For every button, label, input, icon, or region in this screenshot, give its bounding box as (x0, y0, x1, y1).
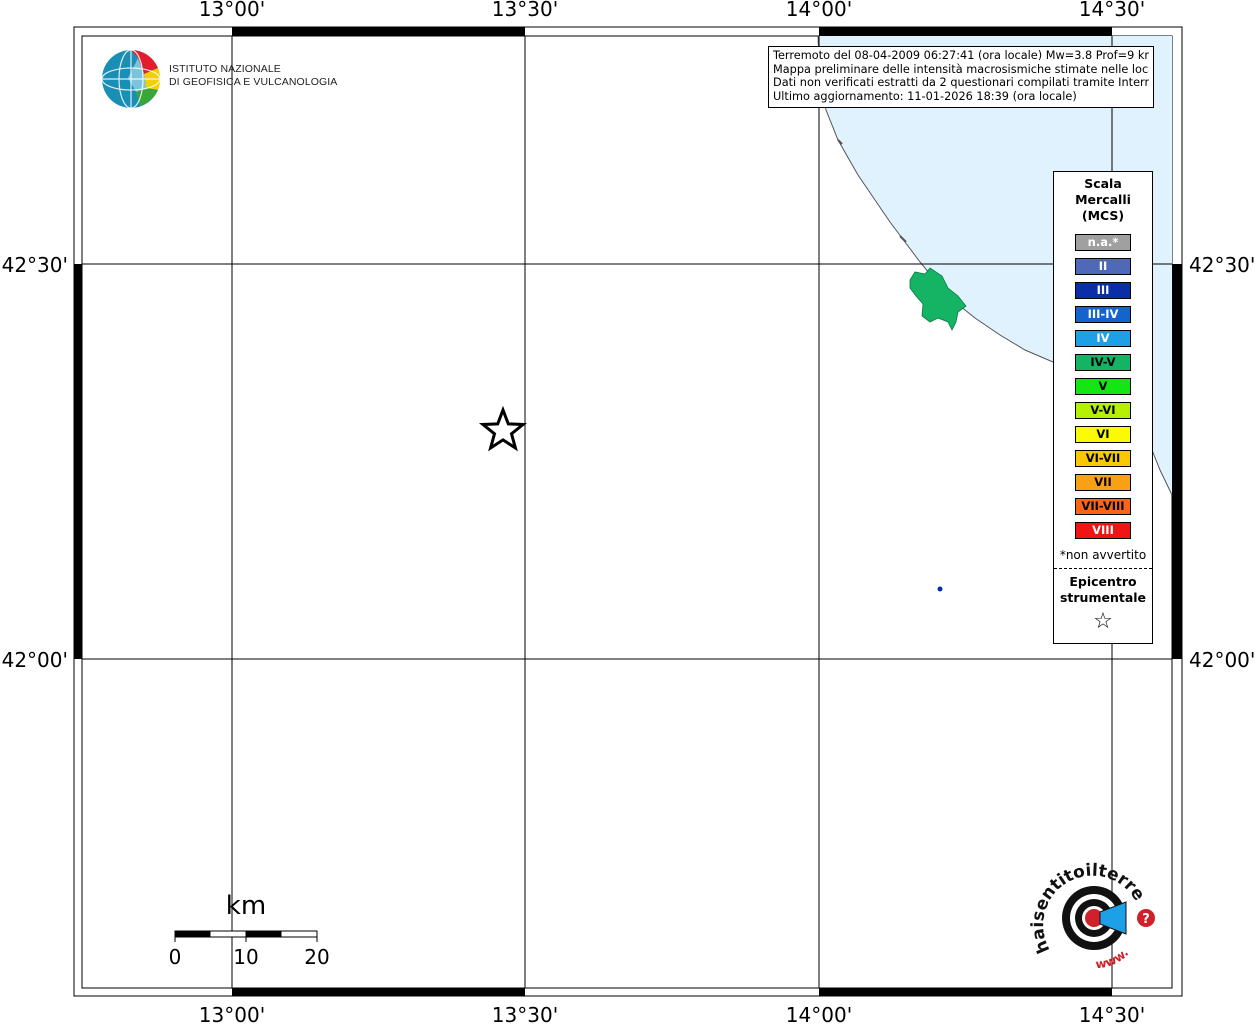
legend-title-line: Scala (1084, 176, 1122, 191)
legend-title: Scala Mercalli (MCS) (1054, 176, 1152, 224)
legend-swatch-na: n.a.* (1075, 234, 1131, 251)
legend-swatch-iii-iv: III-IV (1075, 306, 1131, 323)
legend-swatches: n.a.* II III III-IV IV IV-V V V-VI VI VI… (1054, 234, 1152, 539)
earthquake-info-box: Terremoto del 08-04-2009 06:27:41 (ora l… (768, 46, 1154, 108)
legend-title-line: Mercalli (1075, 192, 1131, 207)
info-line-description: Mappa preliminare delle intensità macros… (773, 62, 1149, 76)
scale-bar-label: 0 (169, 945, 182, 969)
legend-swatch-iv: IV (1075, 330, 1131, 347)
intensity-area-iii (937, 586, 943, 592)
hst-www-text: www. (1095, 946, 1131, 972)
legend-swatch-iii: III (1075, 282, 1131, 299)
scale-bar-label: 20 (304, 945, 329, 969)
lon-tick-label: 14°00' (786, 1003, 852, 1024)
info-line-source: Dati non verificati estratti da 2 questi… (773, 76, 1149, 89)
legend-swatch-vii: VII (1075, 474, 1131, 491)
lat-ticks-right: 42°30' 42°00' (1189, 253, 1255, 672)
legend-epicenter-label: Epicentro strumentale (1054, 574, 1152, 606)
lon-tick-label: 13°30' (492, 1003, 558, 1024)
legend-epicenter-line: strumentale (1059, 590, 1147, 605)
scale-bar-label: 10 (233, 945, 258, 969)
lat-tick-label: 42°30' (2, 253, 68, 277)
ingv-name: ISTITUTO NAZIONALE DI GEOFISICA E VULCAN… (169, 63, 337, 88)
lon-tick-label: 14°30' (1079, 1003, 1145, 1024)
hst-target-icon (1062, 886, 1127, 950)
lon-tick-label: 13°00' (199, 0, 265, 21)
lon-tick-label: 13°30' (492, 0, 558, 21)
legend-swatch-vii-viii: VII-VIII (1075, 498, 1131, 515)
lon-tick-label: 14°30' (1079, 0, 1145, 21)
legend-swatch-vi-vii: VI-VII (1075, 450, 1131, 467)
legend-swatch-v: V (1075, 378, 1131, 395)
legend-title-line: (MCS) (1081, 208, 1125, 223)
lon-ticks-bottom: 13°00' 13°30' 14°00' 14°30' (199, 1003, 1145, 1024)
legend-star-icon: ☆ (1093, 609, 1113, 634)
legend-swatch-ii: II (1075, 258, 1131, 275)
lon-tick-label: 13°00' (199, 1003, 265, 1024)
mcs-legend: Scala Mercalli (MCS) n.a.* II III III-IV… (1053, 171, 1153, 644)
legend-note: *non avvertito (1059, 548, 1147, 562)
hst-question-mark: ? (1142, 912, 1150, 927)
hst-www-textpath: www. (1095, 946, 1131, 972)
legend-divider (1054, 568, 1152, 569)
lon-ticks-top: 13°00' 13°30' 14°00' 14°30' (199, 0, 1145, 21)
legend-swatch-vi: VI (1075, 426, 1131, 443)
legend-swatch-viii: VIII (1075, 522, 1131, 539)
scale-bar-unit: km (226, 891, 266, 921)
info-line-event: Terremoto del 08-04-2009 06:27:41 (ora l… (773, 49, 1149, 62)
lat-tick-label: 42°00' (1189, 648, 1255, 672)
legend-swatch-v-vi: V-VI (1075, 402, 1131, 419)
haisentitoilterremoto-logo: haisentitoilterremoto.it www. ? (1021, 845, 1160, 980)
legend-swatch-iv-v: IV-V (1075, 354, 1131, 371)
lat-tick-label: 42°30' (1189, 253, 1255, 277)
ingv-logo: ISTITUTO NAZIONALE DI GEOFISICA E VULCAN… (100, 48, 340, 110)
lon-tick-label: 14°00' (786, 0, 852, 21)
info-line-updated: Ultimo aggiornamento: 11-01-2026 18:39 (… (773, 89, 1077, 103)
legend-epicenter-line: Epicentro (1069, 574, 1137, 589)
lat-tick-label: 42°00' (2, 648, 68, 672)
ingv-name-line: DI GEOFISICA E VULCANOLOGIA (169, 75, 338, 88)
ingv-globe-icon (101, 49, 161, 109)
lat-ticks-left: 42°30' 42°00' (2, 253, 68, 672)
ingv-name-line: ISTITUTO NAZIONALE (169, 63, 281, 75)
